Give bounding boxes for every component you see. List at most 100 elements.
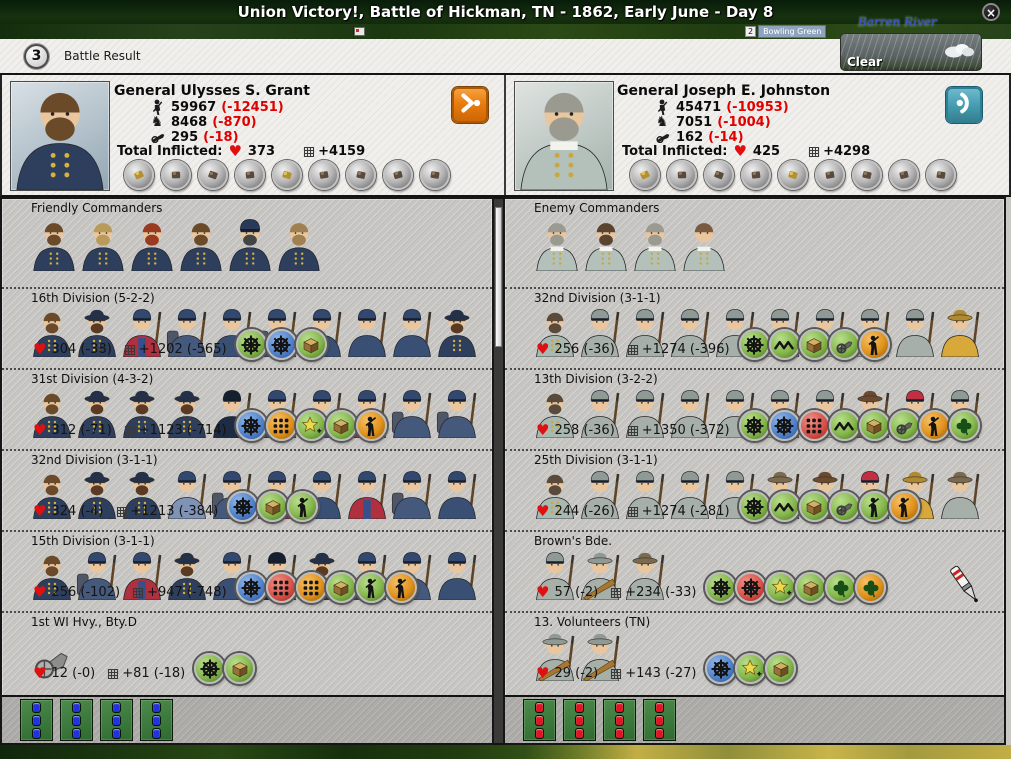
generals-panel: General Ulysses S. Grant 59967 (-12451) …: [0, 75, 1011, 197]
battle-medal-icon: [704, 160, 734, 190]
commander-portrait[interactable]: [129, 217, 175, 271]
strength-pill: [575, 728, 584, 739]
kills-value: +1274 (-281): [642, 504, 730, 519]
formation-strip: [2, 695, 492, 743]
defender-button[interactable]: [946, 87, 982, 123]
formation-marker[interactable]: [100, 699, 133, 741]
formation-marker[interactable]: [20, 699, 53, 741]
strength-pill: [112, 702, 121, 713]
unit-portrait[interactable]: [346, 469, 388, 519]
commander-portrait[interactable]: [583, 217, 629, 271]
scrollbar[interactable]: [494, 197, 503, 745]
kills-value: +234 (-33): [625, 585, 696, 600]
division-badges: [228, 491, 318, 522]
unit-portrait[interactable]: [436, 388, 478, 438]
division-badges: [740, 410, 980, 441]
wheel-badge-icon: [739, 329, 770, 360]
unit-portrait[interactable]: [391, 388, 433, 438]
strength-pill: [615, 702, 624, 713]
unit-portrait[interactable]: [436, 307, 478, 357]
star-badge-icon: [765, 572, 796, 603]
formation-marker[interactable]: [60, 699, 93, 741]
soldier-badge-icon: [287, 491, 318, 522]
defender-arc-icon: [950, 89, 978, 121]
box-badge-icon: [326, 410, 357, 441]
box-badge-icon: [257, 491, 288, 522]
cannon-badge-icon: [889, 410, 920, 441]
division-section: 32nd Division (3-1-1) ♥324 (-4)+1213 (-38…: [2, 449, 492, 530]
division-stats: ♥324 (-4)+1213 (-384): [33, 496, 318, 527]
division-stats: ♥312 (-71)+1123 (-714): [33, 415, 387, 446]
box-badge-icon: [799, 329, 830, 360]
unit-portrait[interactable]: [391, 307, 433, 357]
division-stats: ♥12 (-0)+81 (-18): [33, 658, 255, 689]
division-stats: ♥256 (-102)+947 (-748): [33, 577, 417, 608]
hits-value: 57 (-2): [554, 585, 598, 600]
weather-label: Clear: [847, 55, 882, 69]
general-portrait[interactable]: [514, 81, 614, 191]
division-section: 15th Division (3-1-1)♥256 (-102)+947 (-7…: [2, 530, 492, 611]
strength-pill: [615, 715, 624, 726]
commander-portrait[interactable]: [632, 217, 678, 271]
kills-value: +143 (-27): [625, 666, 696, 681]
commander-portrait[interactable]: [276, 217, 322, 271]
soldier-badge-icon: [356, 410, 387, 441]
formation-marker[interactable]: [140, 699, 173, 741]
strength-pill: [112, 728, 121, 739]
division-name: 32nd Division (3-1-1): [2, 451, 492, 467]
scrollbar-thumb[interactable]: [495, 207, 502, 347]
unit-portrait[interactable]: [436, 550, 478, 600]
kills-icon: [116, 506, 128, 518]
close-button[interactable]: ×: [982, 3, 1000, 21]
formation-marker[interactable]: [523, 699, 556, 741]
map-town-label: 2 Bowling Green: [745, 25, 826, 38]
unit-portrait[interactable]: [391, 469, 433, 519]
general-name: General Ulysses S. Grant: [114, 83, 310, 99]
division-stats: ♥304 (-38)+1202 (-565): [33, 334, 327, 365]
division-section: 32nd Division (3-1-1)♥256 (-36)+1274 (-3…: [505, 287, 1004, 368]
unit-portrait[interactable]: [939, 307, 981, 357]
division-name: 31st Division (4-3-2): [2, 370, 492, 386]
wheel-badge-icon: [266, 329, 297, 360]
strength-pill: [655, 702, 664, 713]
battle-medal-icon: [420, 160, 450, 190]
attacker-button[interactable]: [452, 87, 488, 123]
commander-portrait[interactable]: [534, 217, 580, 271]
soldier-badge-icon: [889, 491, 920, 522]
infantry-icon: [653, 99, 671, 115]
unit-portrait[interactable]: [346, 307, 388, 357]
kills-value: +1202 (-565): [139, 342, 227, 357]
cloud-icon: [941, 40, 975, 62]
division-name: 25th Division (3-1-1): [505, 451, 1004, 467]
wheel-badge-icon: [236, 410, 267, 441]
commander-portrait[interactable]: [31, 217, 77, 271]
hits-icon: ♥: [33, 666, 46, 681]
kills-icon: [627, 425, 639, 437]
commander-portrait[interactable]: [227, 217, 273, 271]
commander-portrait[interactable]: [178, 217, 224, 271]
commander-portrait[interactable]: [80, 217, 126, 271]
formation-marker[interactable]: [563, 699, 596, 741]
division-badges: [706, 653, 796, 684]
formation-marker[interactable]: [643, 699, 676, 741]
unit-portrait[interactable]: [894, 307, 936, 357]
artillery-icon: [148, 131, 166, 143]
infantry-icon: [148, 99, 166, 115]
cannon-badge-icon: [829, 491, 860, 522]
battle-medal-icon: [346, 160, 376, 190]
battle-medal-icon: [852, 160, 882, 190]
unit-portrait[interactable]: [436, 469, 478, 519]
soldier-badge-icon: [356, 572, 387, 603]
commander-portrait[interactable]: [681, 217, 727, 271]
clover-badge-icon: [949, 410, 980, 441]
formation-marker[interactable]: [603, 699, 636, 741]
battle-medal-icon: [198, 160, 228, 190]
unit-portrait[interactable]: [939, 469, 981, 519]
soldier-badge-icon: [386, 572, 417, 603]
battle-medal-icon: [630, 160, 660, 190]
kills-icon: [610, 668, 622, 680]
general-portrait[interactable]: [10, 81, 110, 191]
cavalry-icon: ♞: [148, 114, 166, 130]
strength-pill: [152, 702, 161, 713]
division-name: 1st WI Hvy., Bty.D: [2, 613, 492, 629]
